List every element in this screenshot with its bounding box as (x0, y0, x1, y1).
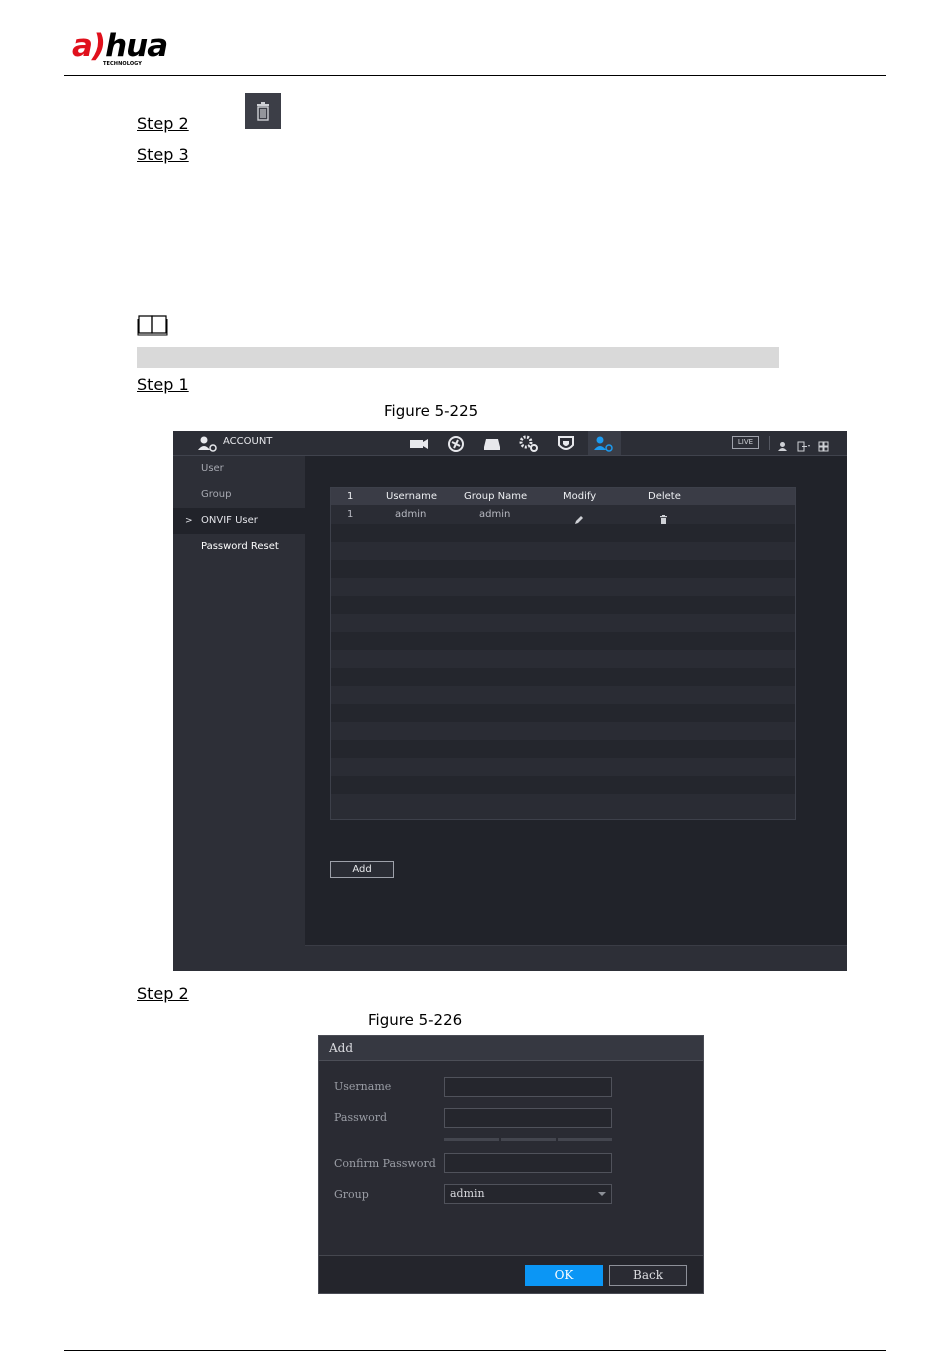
note-bar (137, 347, 779, 368)
figure-caption-1: Figure 5-225 (384, 402, 479, 420)
header-modify: Modify (563, 491, 597, 502)
confirm-password-label: Confirm Password (334, 1157, 436, 1170)
table-row (331, 668, 795, 686)
sidebar: User Group > ONVIF User Password Reset (173, 456, 305, 971)
security-shield-icon[interactable] (555, 434, 577, 454)
username-input[interactable] (444, 1077, 612, 1097)
cell-group: admin (479, 509, 511, 520)
dialog-title: Add (319, 1036, 703, 1061)
table-row (331, 578, 795, 596)
top-bar: ACCOUNT LIVE (173, 431, 847, 456)
header-index: 1 (347, 491, 354, 502)
add-dialog: Add Username Password Confirm Password G… (318, 1035, 704, 1294)
onvif-user-table: 1 Username Group Name Modify Delete 1 ad… (330, 487, 796, 820)
table-row (331, 722, 795, 740)
step-3-label: Step 3 (137, 145, 189, 164)
sidebar-item-group[interactable]: Group (173, 482, 305, 508)
sidebar-item-user[interactable]: User (173, 456, 305, 482)
header-username: Username (386, 491, 437, 502)
table-header: 1 Username Group Name Modify Delete (331, 488, 795, 505)
step-2-bottom-label: Step 2 (137, 984, 189, 1003)
add-button[interactable]: Add (330, 861, 394, 878)
account-tab-icon (593, 435, 615, 457)
password-input[interactable] (444, 1108, 612, 1128)
camera-icon[interactable] (408, 434, 430, 454)
book-note-icon (137, 313, 169, 337)
table-row (331, 650, 795, 668)
divider (769, 436, 770, 450)
password-label: Password (334, 1111, 388, 1124)
table-row (331, 560, 795, 578)
table-row (331, 614, 795, 632)
password-strength-bar-1 (444, 1138, 499, 1141)
table-row (331, 776, 795, 794)
table-row (331, 596, 795, 614)
table-row (331, 524, 795, 542)
brand-logo: a)hua TECHNOLOGY (72, 28, 187, 70)
delete-icon (245, 93, 281, 129)
bottom-bar (305, 945, 847, 971)
footer-rule (64, 1350, 886, 1351)
group-label: Group (334, 1188, 369, 1201)
table-row (331, 758, 795, 776)
table-row (331, 740, 795, 758)
sidebar-item-password-reset[interactable]: Password Reset (173, 534, 305, 560)
cell-index: 1 (347, 509, 354, 520)
network-icon[interactable] (445, 434, 467, 454)
live-button[interactable]: LIVE (732, 436, 759, 449)
logo-wordmark: a)hua (72, 28, 168, 64)
table-row (331, 632, 795, 650)
grid-menu-icon[interactable] (818, 437, 829, 456)
dialog-footer: OK Back (319, 1255, 703, 1293)
group-select-value: admin (450, 1187, 485, 1200)
account-icon (198, 435, 218, 457)
ok-button[interactable]: OK (525, 1265, 603, 1286)
chevron-right-icon: > (185, 516, 193, 526)
confirm-password-input[interactable] (444, 1153, 612, 1173)
chevron-down-icon (598, 1192, 606, 1196)
step-1-label: Step 1 (137, 375, 189, 394)
step-2-label: Step 2 (137, 114, 189, 133)
header-delete: Delete (648, 491, 681, 502)
username-label: Username (334, 1080, 392, 1093)
cell-username: admin (395, 509, 427, 520)
user-icon[interactable] (777, 437, 788, 456)
table-row (331, 794, 795, 812)
page-title: ACCOUNT (223, 436, 273, 447)
storage-icon[interactable] (481, 434, 503, 454)
sidebar-item-onvif-user[interactable]: > ONVIF User (173, 508, 305, 534)
table-row (331, 542, 795, 560)
password-strength-bar-2 (501, 1138, 556, 1141)
header-group-name: Group Name (464, 491, 528, 502)
table-row (331, 686, 795, 704)
figure-caption-2: Figure 5-226 (368, 1011, 463, 1029)
logout-icon[interactable] (797, 437, 811, 456)
table-row (331, 704, 795, 722)
password-strength-bar-3 (558, 1138, 612, 1141)
group-select[interactable]: admin (444, 1184, 612, 1204)
account-screenshot: ACCOUNT LIVE User Group > ONVIF User Pas… (173, 431, 847, 971)
settings-icon[interactable] (518, 434, 540, 454)
account-tab-active[interactable] (588, 431, 621, 455)
header-rule (64, 75, 886, 76)
table-row[interactable]: 1 admin admin (331, 506, 795, 525)
logo-tagline: TECHNOLOGY (103, 61, 142, 67)
back-button[interactable]: Back (609, 1265, 687, 1286)
sidebar-item-label: ONVIF User (201, 515, 258, 526)
